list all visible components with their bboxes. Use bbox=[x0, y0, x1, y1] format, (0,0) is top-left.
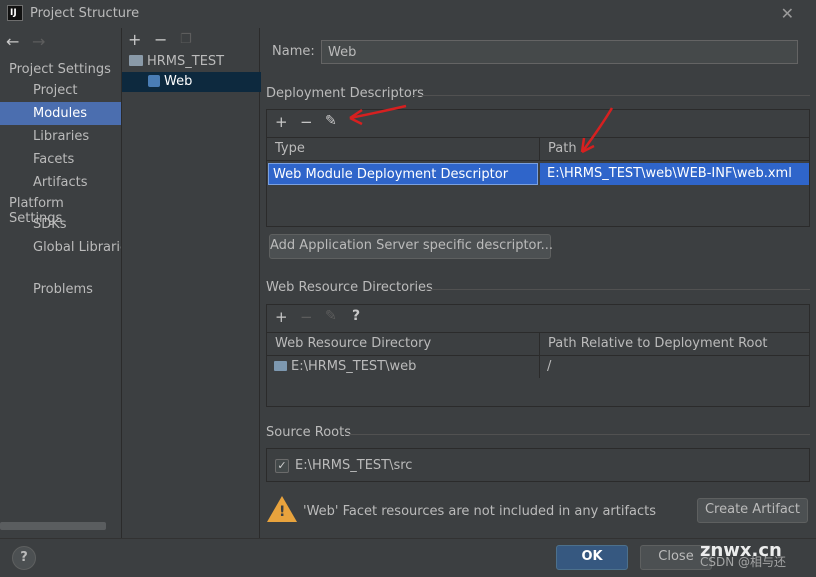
column-separator bbox=[539, 356, 540, 378]
resource-directory-cell: E:\HRMS_TEST\web bbox=[270, 356, 539, 378]
sidebar-item-problems[interactable]: Problems bbox=[0, 278, 121, 301]
table-row[interactable]: Web Module Deployment Descriptor E:\HRMS… bbox=[267, 163, 809, 185]
annotation-arrow-icon bbox=[580, 107, 614, 154]
sidebar-item-artifacts[interactable]: Artifacts bbox=[0, 171, 121, 194]
sidebar-item-libraries[interactable]: Libraries bbox=[0, 125, 121, 148]
add-server-descriptor-button[interactable]: Add Application Server specific descript… bbox=[269, 234, 553, 259]
tree-toolbar: + − ❐ bbox=[122, 28, 261, 52]
table-toolbar: + − ✎ ? bbox=[267, 305, 809, 331]
source-roots-list: ✓ E:\HRMS_TEST\src bbox=[266, 448, 810, 482]
sidebar-item-sdks[interactable]: SDKs bbox=[0, 213, 121, 236]
edit-pencil-icon[interactable]: ✎ bbox=[325, 308, 337, 324]
section-divider bbox=[425, 289, 810, 290]
close-window-icon[interactable]: ✕ bbox=[781, 4, 794, 23]
section-divider bbox=[349, 434, 810, 435]
resource-directory-label: E:\HRMS_TEST\web bbox=[291, 359, 417, 374]
tree-node-label: HRMS_TEST bbox=[147, 54, 225, 69]
copy-icon[interactable]: ❐ bbox=[180, 32, 192, 47]
add-icon[interactable]: + bbox=[128, 30, 141, 49]
sidebar-item-facets[interactable]: Facets bbox=[0, 148, 121, 171]
tree-node-hrms-test[interactable]: HRMS_TEST bbox=[122, 52, 261, 72]
web-resource-directories-title: Web Resource Directories bbox=[266, 280, 433, 295]
module-tree-panel: + − ❐ HRMS_TEST Web bbox=[121, 28, 261, 538]
remove-icon[interactable]: − bbox=[154, 30, 167, 49]
sidebar-item-modules[interactable]: Modules bbox=[0, 102, 121, 125]
sidebar-scrollbar[interactable] bbox=[0, 522, 106, 530]
column-path-relative[interactable]: Path Relative to Deployment Root bbox=[539, 333, 809, 355]
column-type[interactable]: Type bbox=[267, 138, 539, 160]
source-root-checkbox[interactable]: ✓ bbox=[275, 459, 289, 473]
warning-message: 'Web' Facet resources are not included i… bbox=[303, 504, 657, 519]
tree-node-label: Web bbox=[164, 74, 193, 89]
table-row[interactable]: E:\HRMS_TEST\web / bbox=[267, 356, 809, 378]
annotation-arrow-icon bbox=[349, 104, 407, 126]
watermark-caption: CSDN @相与还 bbox=[700, 555, 787, 569]
nav-row: ← → bbox=[0, 28, 121, 56]
dialog-footer: ? OK Close bbox=[0, 538, 816, 577]
column-web-resource-directory[interactable]: Web Resource Directory bbox=[267, 333, 539, 355]
create-artifact-button[interactable]: Create Artifact bbox=[697, 498, 808, 523]
table-header: Type Path bbox=[267, 137, 809, 161]
descriptor-path-cell: E:\HRMS_TEST\web\WEB-INF\web.xml bbox=[540, 163, 809, 185]
folder-icon bbox=[274, 360, 287, 371]
web-facet-icon bbox=[148, 74, 160, 87]
table-header: Web Resource Directory Path Relative to … bbox=[267, 332, 809, 356]
window-title: Project Structure bbox=[30, 6, 140, 21]
warning-exclamation: ! bbox=[279, 504, 286, 520]
title-bar: IJ Project Structure ✕ bbox=[0, 0, 816, 28]
name-label: Name: bbox=[272, 44, 315, 59]
intellij-app-icon: IJ bbox=[7, 5, 23, 21]
settings-sidebar: ← → Project Settings Project Modules Lib… bbox=[0, 28, 121, 538]
remove-icon[interactable]: − bbox=[300, 113, 313, 131]
add-icon[interactable]: + bbox=[275, 113, 288, 131]
edit-pencil-icon[interactable]: ✎ bbox=[325, 113, 337, 129]
web-resource-directories-table: + − ✎ ? Web Resource Directory Path Rela… bbox=[266, 304, 810, 407]
back-arrow-icon[interactable]: ← bbox=[6, 32, 19, 51]
help-button[interactable]: ? bbox=[12, 546, 36, 570]
folder-icon bbox=[129, 55, 143, 66]
resource-path-cell: / bbox=[547, 359, 552, 374]
sidebar-item-project[interactable]: Project bbox=[0, 79, 121, 102]
tree-node-web[interactable]: Web bbox=[122, 72, 261, 92]
remove-icon[interactable]: − bbox=[300, 308, 313, 326]
sidebar-item-global-libraries[interactable]: Global Libraries bbox=[0, 236, 121, 259]
ok-button[interactable]: OK bbox=[556, 545, 628, 570]
source-root-label: E:\HRMS_TEST\src bbox=[295, 458, 413, 473]
project-settings-header: Project Settings bbox=[9, 62, 111, 77]
section-divider bbox=[413, 95, 810, 96]
add-icon[interactable]: + bbox=[275, 308, 288, 326]
forward-arrow-icon[interactable]: → bbox=[32, 32, 45, 51]
descriptor-type-cell: Web Module Deployment Descriptor bbox=[268, 163, 538, 185]
source-roots-title: Source Roots bbox=[266, 425, 352, 440]
name-field[interactable] bbox=[321, 40, 798, 64]
help-icon[interactable]: ? bbox=[352, 308, 360, 324]
